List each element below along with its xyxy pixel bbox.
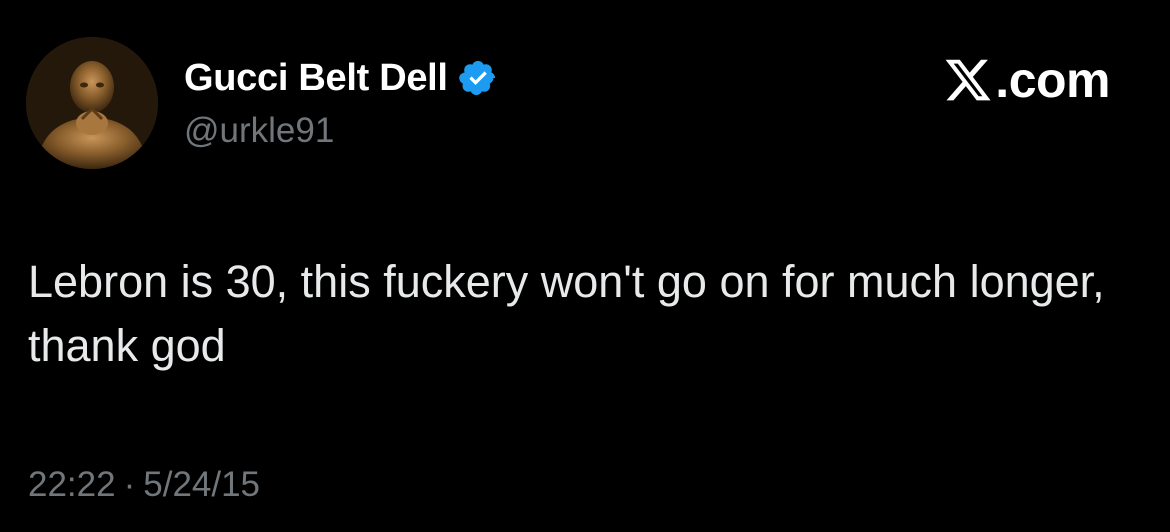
meta-separator: ·	[123, 465, 136, 504]
bronze-statue-avatar	[26, 37, 158, 169]
tweet-text: Lebron is 30, this fuckery won't go on f…	[28, 256, 1105, 371]
author-name-row: Gucci Belt Dell	[184, 56, 498, 100]
tweet-time: 22:22	[28, 465, 116, 504]
tweet-card: Gucci Belt Dell @urkle91 .com Lebron is …	[0, 0, 1170, 532]
display-name[interactable]: Gucci Belt Dell	[184, 56, 448, 100]
verified-badge-icon	[458, 60, 495, 96]
brand-suffix: .com	[995, 52, 1110, 108]
tweet-timestamp[interactable]: 22:22 · 5/24/15	[28, 462, 260, 508]
tweet-date: 5/24/15	[143, 465, 261, 504]
x-logo-icon	[945, 59, 991, 101]
author-handle[interactable]: @urkle91	[184, 110, 334, 152]
avatar[interactable]	[26, 37, 158, 169]
x-brand-watermark: .com	[943, 50, 1110, 110]
